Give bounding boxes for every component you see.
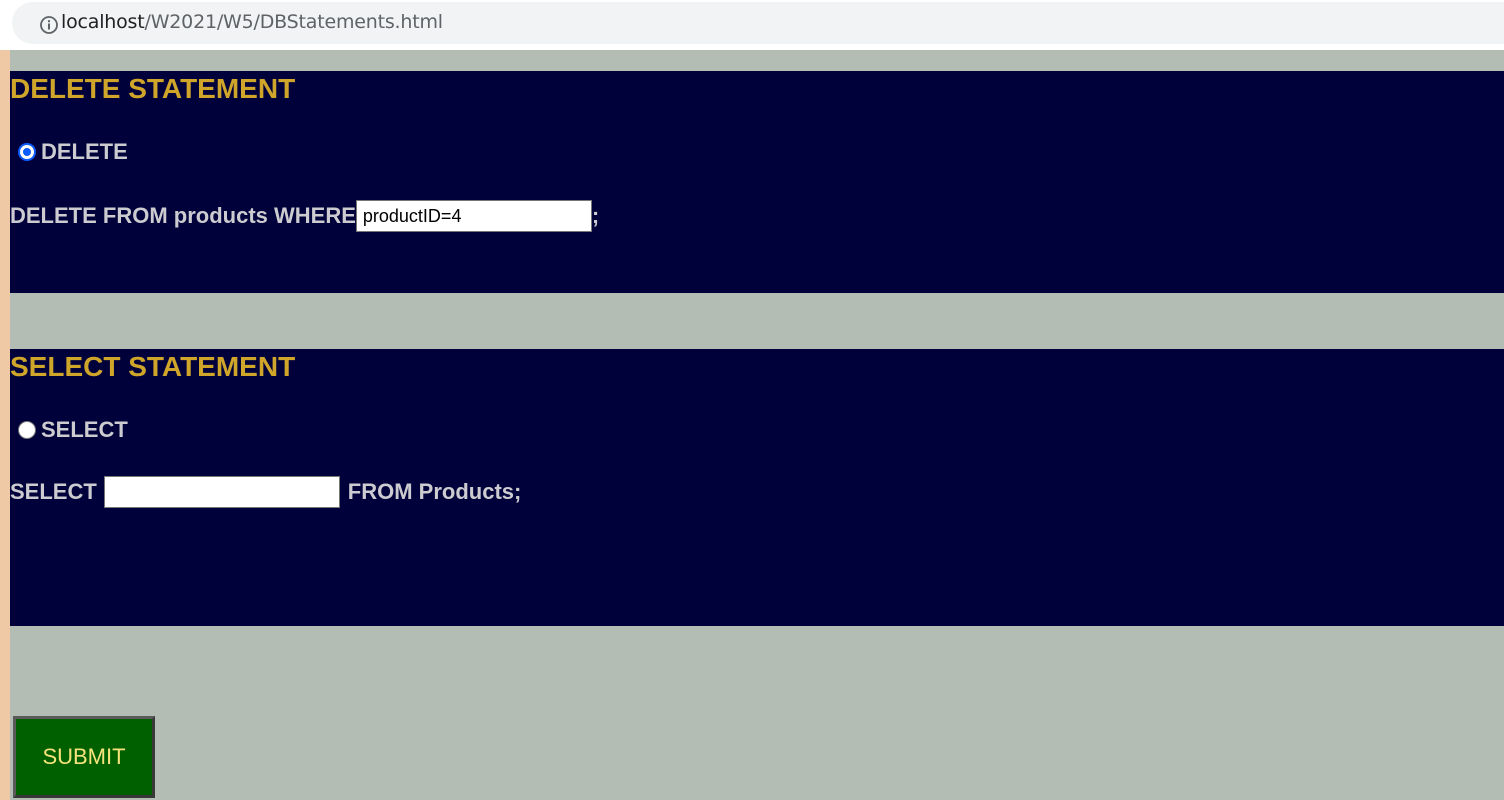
select-prefix-text: SELECT [10, 479, 97, 504]
select-statement-row: SELECT FROM Products; [10, 475, 521, 509]
select-statement-panel: SELECT STATEMENT SELECT SELECT FROM Prod… [10, 349, 1504, 626]
browser-address-bar: localhost/W2021/W5/DBStatements.html [0, 0, 1504, 50]
url-text[interactable]: localhost/W2021/W5/DBStatements.html [61, 11, 443, 33]
delete-radio-row: DELETE [18, 139, 128, 165]
select-columns-input[interactable] [103, 476, 340, 508]
page-body: DELETE STATEMENT DELETE DELETE FROM prod… [0, 50, 1504, 800]
info-icon[interactable] [39, 15, 59, 35]
delete-radio-label[interactable]: DELETE [41, 139, 128, 165]
select-statement-title: SELECT STATEMENT [10, 351, 296, 382]
select-radio-row: SELECT [18, 417, 128, 443]
select-radio[interactable] [18, 421, 36, 439]
delete-suffix-text: ; [591, 203, 600, 228]
url-host: localhost [61, 11, 145, 33]
left-edge-strip [0, 50, 10, 800]
delete-statement-panel: DELETE STATEMENT DELETE DELETE FROM prod… [10, 71, 1504, 293]
delete-statement-row: DELETE FROM products WHERE ; [10, 199, 599, 233]
submit-button[interactable]: SUBMIT [13, 716, 155, 798]
select-radio-label[interactable]: SELECT [41, 417, 128, 443]
url-path: /W2021/W5/DBStatements.html [144, 11, 444, 33]
delete-prefix-text: DELETE FROM products WHERE [10, 203, 356, 228]
delete-where-input[interactable] [355, 200, 592, 232]
select-suffix-text: FROM Products; [347, 479, 522, 504]
delete-statement-title: DELETE STATEMENT [10, 73, 296, 104]
delete-radio[interactable] [18, 143, 36, 161]
